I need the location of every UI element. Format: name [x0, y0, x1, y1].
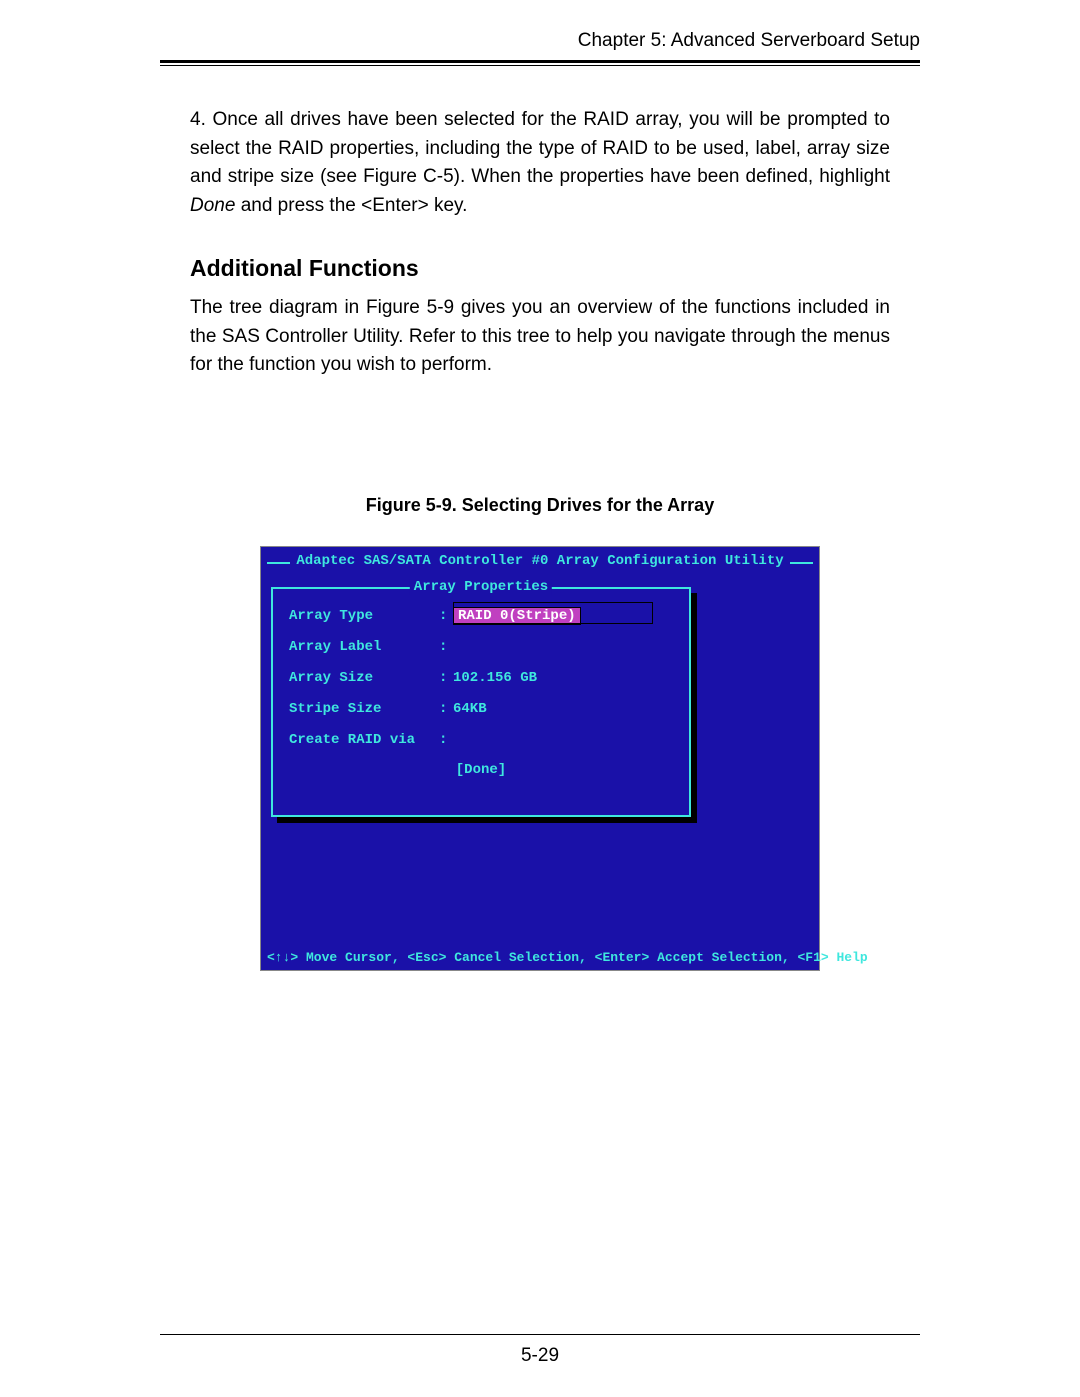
label-stripe-size: Stripe Size [289, 701, 439, 718]
figure-caption: Figure 5-9. Selecting Drives for the Arr… [160, 495, 920, 516]
section-heading: Additional Functions [190, 255, 890, 282]
row-stripe-size[interactable]: Stripe Size : 64KB [289, 701, 673, 718]
colon: : [439, 670, 453, 687]
chapter-header: Chapter 5: Advanced Serverboard Setup [160, 30, 920, 52]
bios-title: Adaptec SAS/SATA Controller #0 Array Con… [290, 553, 789, 570]
done-button[interactable]: [Done] [289, 762, 673, 779]
row-array-size[interactable]: Array Size : 102.156 GB [289, 670, 673, 687]
bios-title-bar: Adaptec SAS/SATA Controller #0 Array Con… [267, 553, 813, 570]
array-properties-panel: Array Properties Array Type : RAID 0(Str… [271, 587, 691, 817]
value-array-type-text: RAID 0(Stripe) [453, 607, 581, 626]
paragraph-step-4: 4. Once all drives have been selected fo… [190, 106, 890, 220]
value-array-type[interactable]: RAID 0(Stripe) [453, 607, 673, 626]
page-number: 5-29 [0, 1345, 1080, 1367]
bios-screenshot: Adaptec SAS/SATA Controller #0 Array Con… [260, 546, 820, 971]
document-page: Chapter 5: Advanced Serverboard Setup 4.… [0, 0, 1080, 1397]
label-create-raid-via: Create RAID via [289, 732, 439, 749]
array-properties-title: Array Properties [410, 579, 552, 596]
label-array-label: Array Label [289, 639, 439, 656]
value-stripe-size[interactable]: 64KB [453, 701, 673, 718]
label-array-size: Array Size [289, 670, 439, 687]
bios-footer-hints: <↑↓> Move Cursor, <Esc> Cancel Selection… [263, 948, 817, 968]
colon: : [439, 608, 453, 625]
row-array-type[interactable]: Array Type : RAID 0(Stripe) [289, 607, 673, 626]
footer-rule [160, 1334, 920, 1335]
para1-prefix: 4. Once all drives have been selected fo… [190, 109, 890, 187]
colon: : [439, 639, 453, 656]
value-array-size[interactable]: 102.156 GB [453, 670, 673, 687]
colon: : [439, 732, 453, 749]
colon: : [439, 701, 453, 718]
row-create-raid-via[interactable]: Create RAID via : [289, 732, 673, 749]
label-array-type: Array Type [289, 608, 439, 625]
row-array-label[interactable]: Array Label : [289, 639, 673, 656]
para1-suffix: and press the <Enter> key. [235, 195, 467, 216]
para1-done-word: Done [190, 195, 235, 216]
paragraph-additional-functions: The tree diagram in Figure 5-9 gives you… [190, 294, 890, 380]
header-rule [160, 60, 920, 66]
